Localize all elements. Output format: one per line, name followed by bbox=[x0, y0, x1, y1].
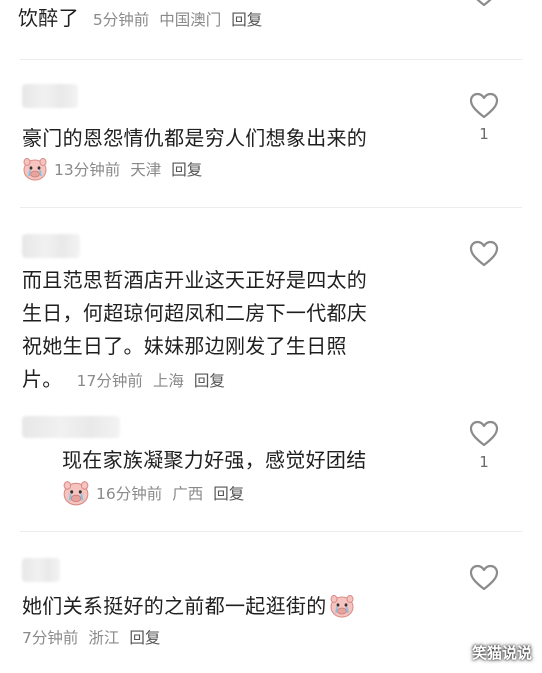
username bbox=[22, 234, 80, 258]
reply-button[interactable]: 回复 bbox=[213, 485, 244, 503]
comment-time: 13分钟前 bbox=[54, 161, 121, 179]
comment-location: 中国澳门 bbox=[159, 11, 222, 29]
comment-text-line: 生日，何超琼何超凤和二房下一代都庆 bbox=[22, 301, 368, 325]
comment-text-content: 她们关系挺好的之前都一起逛街的 bbox=[22, 594, 327, 618]
crying-pig-emoji-icon bbox=[23, 158, 47, 181]
like-count: 1 bbox=[479, 125, 489, 143]
comment-text-line-with-meta: 片。 17分钟前 上海 回复 bbox=[22, 363, 442, 398]
comment-item: 她们关系挺好的之前都一起逛街的 7分钟前 浙江 回复 bbox=[0, 532, 542, 673]
heart-outline-icon bbox=[469, 92, 499, 119]
heart-outline-icon bbox=[476, 0, 492, 7]
comment-time: 17分钟前 bbox=[76, 372, 143, 390]
crying-pig-emoji-icon bbox=[63, 481, 89, 506]
comment-meta: 5分钟前 中国澳门 回复 bbox=[93, 11, 262, 29]
comment-location: 天津 bbox=[130, 161, 162, 179]
comment-meta: 7分钟前 浙江 回复 bbox=[22, 626, 160, 648]
comment-text-line: 而且范思哲酒店开业这天正好是四太的 bbox=[22, 268, 368, 292]
like-button[interactable]: 1 bbox=[468, 420, 500, 471]
reply-item: 现在家族凝聚力好强，感觉好团结 16分钟前 广西 回复 1 bbox=[0, 400, 542, 528]
reply-button[interactable]: 回复 bbox=[231, 11, 262, 29]
comment-text: 饮醉了 5分钟前 中国澳门 回复 bbox=[18, 2, 262, 37]
comment-item: 豪门的恩怨情仇都是穷人们想象出来的 13分钟前 天津 回复 1 bbox=[0, 60, 542, 208]
heart-outline-icon bbox=[469, 420, 499, 447]
heart-outline-icon bbox=[469, 240, 499, 267]
like-button[interactable] bbox=[468, 0, 500, 7]
comment-text: 而且范思哲酒店开业这天正好是四太的 生日，何超琼何超凤和二房下一代都庆 祝她生日… bbox=[22, 264, 442, 398]
reply-button[interactable]: 回复 bbox=[194, 372, 225, 390]
comment-text-content: 饮醉了 bbox=[18, 6, 79, 30]
comment-time: 16分钟前 bbox=[96, 485, 163, 503]
comment-item: 而且范思哲酒店开业这天正好是四太的 生日，何超琼何超凤和二房下一代都庆 祝她生日… bbox=[0, 208, 542, 398]
like-button[interactable] bbox=[468, 564, 500, 591]
comment-meta: 17分钟前 上海 回复 bbox=[77, 372, 225, 390]
username bbox=[22, 84, 78, 108]
comment-time: 5分钟前 bbox=[92, 11, 150, 29]
reply-button[interactable]: 回复 bbox=[129, 629, 160, 647]
watermark: 笑猫说说 bbox=[471, 644, 532, 662]
comment-location: 广西 bbox=[172, 485, 204, 503]
comment-text-line: 片。 bbox=[22, 367, 63, 391]
like-button[interactable]: 1 bbox=[468, 92, 500, 143]
reply-button[interactable]: 回复 bbox=[171, 161, 202, 179]
username bbox=[22, 416, 120, 438]
username bbox=[22, 558, 60, 582]
comment-text-line: 祝她生日了。妹妹那边刚发了生日照 bbox=[22, 334, 347, 358]
heart-outline-icon bbox=[469, 564, 499, 591]
comment-location: 上海 bbox=[152, 372, 184, 390]
comment-text: 她们关系挺好的之前都一起逛街的 bbox=[22, 590, 355, 623]
crying-pig-emoji-icon bbox=[330, 594, 353, 617]
comment-time: 7分钟前 bbox=[22, 629, 79, 647]
comment-location: 浙江 bbox=[88, 629, 120, 647]
like-button[interactable] bbox=[468, 240, 500, 267]
comment-item: 饮醉了 5分钟前 中国澳门 回复 bbox=[0, 0, 542, 55]
like-count: 1 bbox=[479, 453, 489, 471]
comment-meta: 13分钟前 天津 回复 bbox=[22, 158, 202, 181]
comment-meta: 16分钟前 广西 回复 bbox=[62, 481, 244, 506]
comment-text: 豪门的恩怨情仇都是穷人们想象出来的 bbox=[22, 126, 368, 150]
comment-text: 现在家族凝聚力好强，感觉好团结 bbox=[62, 448, 367, 472]
